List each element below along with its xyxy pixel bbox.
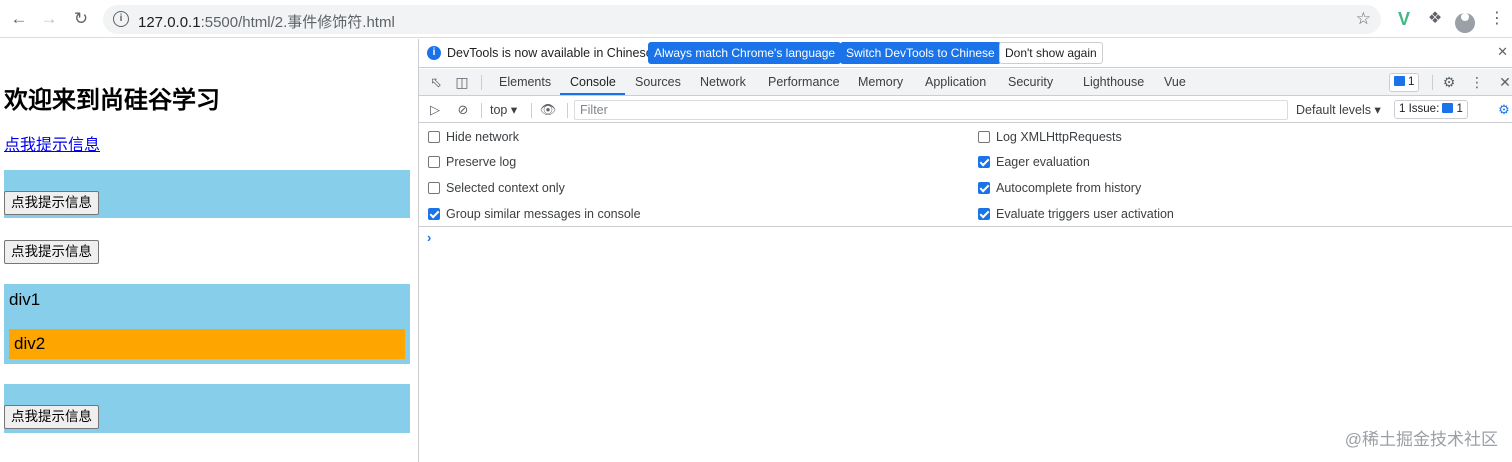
preserve-log-checkbox[interactable] xyxy=(428,156,440,168)
forward-icon[interactable]: → xyxy=(38,8,60,30)
log-levels-value: Default levels xyxy=(1296,103,1372,117)
option-label: Selected context only xyxy=(446,181,565,195)
option-label: Hide network xyxy=(446,130,519,144)
option-label: Autocomplete from history xyxy=(996,181,1142,195)
clear-console-icon[interactable]: ⊘ xyxy=(454,101,472,119)
url-host: 127.0.0.1 xyxy=(138,14,201,31)
context-value: top xyxy=(490,103,508,117)
language-infobar: i DevTools is now available in Chinese! … xyxy=(419,39,1512,68)
console-settings-panel: Hide network Preserve log Selected conte… xyxy=(419,124,1512,227)
page-content: 欢迎来到尚硅谷学习 点我提示信息 点我提示信息 点我提示信息 div1 div2… xyxy=(0,39,418,462)
devtools-menu-icon[interactable]: ⋮ xyxy=(1468,73,1486,91)
browser-menu-icon[interactable]: ⋮ xyxy=(1486,8,1508,30)
issues-count: 1 xyxy=(1408,76,1415,88)
reload-icon[interactable]: ↻ xyxy=(70,8,92,30)
tab-console[interactable]: Console xyxy=(570,75,616,89)
close-devtools-icon[interactable]: ✕ xyxy=(1496,73,1512,91)
dont-show-again-button[interactable]: Don't show again xyxy=(999,42,1103,64)
console-issues-button[interactable]: 1 Issue: 1 xyxy=(1394,100,1468,119)
option-label: Group similar messages in console xyxy=(446,207,641,221)
devtools-tab-bar: ⬁ ◫ Elements Console Sources Network Per… xyxy=(419,69,1512,96)
tab-security[interactable]: Security xyxy=(1008,75,1053,89)
tab-network[interactable]: Network xyxy=(700,75,746,89)
autocomplete-checkbox[interactable] xyxy=(978,182,990,194)
url-text[interactable]: 127.0.0.1:5500/html/2.事件修饰符.html xyxy=(138,11,395,32)
active-tab-indicator xyxy=(560,93,625,95)
alert-button-3[interactable]: 点我提示信息 xyxy=(4,405,99,429)
tab-sources[interactable]: Sources xyxy=(635,75,681,89)
tab-elements[interactable]: Elements xyxy=(499,75,551,89)
switch-to-chinese-button[interactable]: Switch DevTools to Chinese xyxy=(840,42,1001,64)
tab-lighthouse[interactable]: Lighthouse xyxy=(1083,75,1144,89)
alert-button-2[interactable]: 点我提示信息 xyxy=(4,240,99,264)
page-heading: 欢迎来到尚硅谷学习 xyxy=(4,87,220,114)
tab-memory[interactable]: Memory xyxy=(858,75,903,89)
divider xyxy=(481,103,482,118)
div1-label: div1 xyxy=(9,290,41,309)
console-prompt[interactable]: › xyxy=(427,230,431,245)
live-expression-eye-icon[interactable]: 👁 xyxy=(539,101,557,119)
vue-devtools-extension-icon[interactable]: V xyxy=(1393,8,1415,30)
console-toolbar: ▷ ⊘ top ▾ 👁 Filter Default levels ▾ 1 Is… xyxy=(419,97,1512,123)
info-icon: i xyxy=(427,46,441,60)
eager-evaluation-checkbox[interactable] xyxy=(978,156,990,168)
watermark: @稀土掘金技术社区 xyxy=(1344,430,1498,449)
issue-label: 1 Issue: xyxy=(1399,103,1440,115)
console-filter-input[interactable]: Filter xyxy=(574,100,1288,120)
divider xyxy=(531,103,532,118)
site-info-icon[interactable]: i xyxy=(113,11,129,27)
div1-box[interactable]: div1 div2 xyxy=(4,284,410,364)
divider xyxy=(567,103,568,118)
issues-counter-button[interactable]: 1 xyxy=(1389,73,1420,92)
device-toolbar-icon[interactable]: ◫ xyxy=(453,73,471,91)
inspect-element-icon[interactable]: ⬁ xyxy=(427,73,445,91)
alert-link[interactable]: 点我提示信息 xyxy=(4,131,100,155)
browser-toolbar: ← → ↻ i 127.0.0.1:5500/html/2.事件修饰符.html… xyxy=(0,0,1512,38)
back-icon[interactable]: ← xyxy=(8,8,30,30)
evaluate-triggers-checkbox[interactable] xyxy=(978,208,990,220)
option-label: Log XMLHttpRequests xyxy=(996,130,1122,144)
tab-application[interactable]: Application xyxy=(925,75,986,89)
close-infobar-icon[interactable]: ✕ xyxy=(1497,44,1508,60)
tab-performance[interactable]: Performance xyxy=(768,75,840,89)
option-label: Evaluate triggers user activation xyxy=(996,207,1174,221)
option-label: Eager evaluation xyxy=(996,155,1090,169)
bookmark-star-icon[interactable]: ☆ xyxy=(1356,9,1371,29)
issue-count: 1 xyxy=(1456,103,1463,115)
log-xhr-checkbox[interactable] xyxy=(978,131,990,143)
div-box-3: 点我提示信息 xyxy=(4,384,410,433)
settings-gear-icon[interactable]: ⚙ xyxy=(1440,73,1458,91)
selected-context-checkbox[interactable] xyxy=(428,182,440,194)
log-levels-dropdown[interactable]: Default levels ▾ xyxy=(1296,102,1381,117)
extensions-puzzle-icon[interactable]: ❖ xyxy=(1424,8,1446,30)
message-icon xyxy=(1442,103,1454,113)
always-match-language-button[interactable]: Always match Chrome's language xyxy=(648,42,842,64)
address-bar[interactable]: i 127.0.0.1:5500/html/2.事件修饰符.html ☆ xyxy=(103,5,1381,34)
divider xyxy=(1432,75,1433,90)
div2-label: div2 xyxy=(14,334,46,353)
message-icon xyxy=(1394,76,1405,86)
group-similar-checkbox[interactable] xyxy=(428,208,440,220)
url-path: :5500/html/2.事件修饰符.html xyxy=(200,14,395,31)
alert-button-1[interactable]: 点我提示信息 xyxy=(4,191,99,215)
div-box-1: 点我提示信息 xyxy=(4,170,410,218)
divider xyxy=(481,75,482,90)
context-selector[interactable]: top ▾ xyxy=(490,102,517,117)
devtools-panel: i DevTools is now available in Chinese! … xyxy=(418,39,1512,462)
hide-network-checkbox[interactable] xyxy=(428,131,440,143)
sidebar-toggle-icon[interactable]: ▷ xyxy=(426,101,444,119)
div2-box[interactable]: div2 xyxy=(9,329,405,359)
option-label: Preserve log xyxy=(446,155,517,169)
infobar-message: DevTools is now available in Chinese! xyxy=(447,46,657,60)
profile-avatar-icon[interactable] xyxy=(1455,9,1477,33)
console-settings-gear-icon[interactable]: ⚙ xyxy=(1495,101,1512,119)
tab-vue[interactable]: Vue xyxy=(1164,75,1186,89)
